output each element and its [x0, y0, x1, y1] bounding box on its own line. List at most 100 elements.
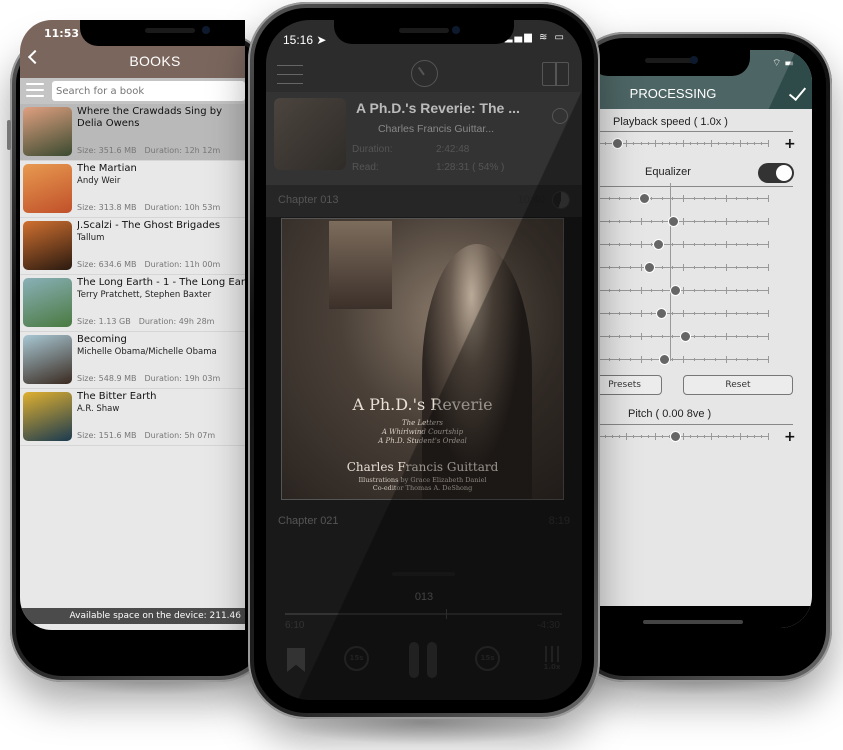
slider-tick [768, 195, 769, 202]
slider-knob[interactable] [669, 431, 681, 442]
playback-progress-bar[interactable] [285, 609, 562, 619]
skip-back-button[interactable]: 15s [344, 646, 369, 671]
slider-tick [757, 289, 759, 292]
playback-speed-slider[interactable] [598, 138, 769, 150]
book-list-item[interactable]: The Bitter Earth A.R. Shaw Size: 151.6 MB D… [20, 389, 245, 446]
slider-tick [725, 218, 727, 225]
status-icons: ▂▄▆ ≋ ▭ [505, 32, 566, 43]
book-list-item[interactable]: J.Scalzi - The Ghost Brigades Tallum Size:… [20, 218, 245, 275]
book-duration: Duration: 12h 12m [144, 146, 221, 155]
equalizer-button[interactable]: 1.0x [542, 646, 562, 674]
drawer-handle[interactable] [392, 572, 455, 576]
slider-tick [768, 140, 769, 147]
location-arrow-icon: ➤ [316, 33, 327, 47]
book-list-item[interactable]: The Long Earth - 1 - The Long Earth Terry… [20, 275, 245, 332]
airplay-icon[interactable] [552, 108, 568, 124]
slider-tick [693, 220, 695, 223]
equalizer-band-slider[interactable] [598, 308, 769, 320]
slider-knob[interactable] [667, 216, 679, 227]
slider-tick [746, 358, 748, 361]
slider-tick [704, 435, 706, 438]
slider-tick [654, 140, 656, 147]
slider-knob[interactable] [638, 193, 650, 204]
slider-tick [661, 335, 663, 338]
slider-tick [608, 220, 610, 223]
equalizer-band-slider[interactable] [598, 216, 769, 228]
slider-tick [640, 218, 642, 225]
equalizer-band-slider[interactable] [598, 331, 769, 343]
slider-tick [725, 356, 727, 363]
slider-knob[interactable] [659, 354, 671, 365]
slider-tick [736, 358, 738, 361]
slider-tick [732, 142, 734, 145]
slider-tick [683, 264, 684, 271]
slider-tick [683, 310, 684, 317]
sleep-timer-icon[interactable] [411, 60, 438, 87]
slider-tick [746, 266, 748, 269]
slider-knob[interactable] [611, 138, 623, 149]
slider-tick [640, 287, 642, 294]
equalizer-band-slider[interactable] [598, 262, 769, 274]
pause-button[interactable] [409, 642, 437, 678]
book-author: Terry Pratchett, Stephen Baxter [77, 290, 212, 300]
chapter-row[interactable]: Chapter 013 10:40 [266, 185, 582, 217]
equalizer-band-slider[interactable] [598, 239, 769, 251]
book-cover-thumbnail [23, 278, 72, 327]
hamburger-icon[interactable] [277, 65, 303, 84]
book-list-item[interactable]: Where the Crawdads Sing by Delia Owens Si… [20, 104, 245, 161]
slider-tick [672, 243, 674, 246]
open-book-icon[interactable] [542, 62, 569, 86]
increase-speed-button[interactable]: + [784, 136, 796, 152]
slider-tick [739, 433, 741, 440]
slider-tick [683, 218, 684, 225]
status-time: 11:53 [44, 27, 80, 40]
equalizer-band-slider[interactable] [598, 193, 769, 205]
equalizer-band-slider[interactable] [598, 285, 769, 297]
slider-tick [661, 289, 663, 292]
slider-tick [746, 335, 748, 338]
book-list-item[interactable]: The Martian Andy Weir Size: 313.8 MB Durati… [20, 161, 245, 218]
slider-tick [768, 241, 769, 248]
cover-author: Charles Francis Guittard [346, 460, 499, 474]
page-title: PROCESSING [629, 86, 717, 101]
slider-tick [714, 266, 716, 269]
slider-knob[interactable] [644, 262, 655, 273]
checkmark-icon[interactable] [788, 82, 807, 102]
slider-tick [768, 356, 769, 363]
equalizer-band-slider[interactable] [598, 354, 769, 366]
slider-tick [683, 356, 684, 363]
slider-knob[interactable] [669, 285, 681, 296]
progress-knob[interactable] [445, 609, 448, 619]
slider-knob[interactable] [655, 308, 667, 319]
equalizer-toggle[interactable] [758, 163, 794, 183]
slider-tick [605, 435, 607, 438]
increase-pitch-button[interactable]: + [784, 429, 796, 445]
book-list-item[interactable]: Becoming Michelle Obama/Michelle Obama Siz… [20, 332, 245, 389]
slider-knob[interactable] [679, 331, 691, 342]
wifi-battery-icons: ⌔ ▬ [771, 58, 794, 69]
search-bar [20, 78, 245, 104]
slider-knob[interactable] [652, 239, 664, 250]
reset-button[interactable]: Reset [683, 375, 793, 395]
slider-tick [693, 197, 695, 200]
chapter-row[interactable]: Chapter 021 8:19 [266, 506, 582, 538]
notch [80, 20, 245, 46]
slider-tick [704, 312, 706, 315]
bookmark-icon[interactable] [287, 648, 305, 672]
playback-speed-label: Playback speed ( 1.0x ) [613, 116, 728, 128]
slider-tick [704, 197, 706, 200]
hamburger-icon[interactable] [26, 83, 44, 99]
slider-tick [661, 220, 663, 223]
presets-button[interactable]: Presets [598, 375, 662, 395]
slider-tick [736, 220, 738, 223]
search-input[interactable] [52, 81, 245, 101]
pitch-slider[interactable] [598, 431, 769, 443]
slider-tick [693, 266, 695, 269]
slider-tick [605, 142, 607, 145]
slider-tick [672, 335, 674, 338]
slider-tick [704, 243, 706, 246]
slider-tick [683, 433, 684, 440]
slider-tick [736, 266, 738, 269]
skip-forward-button[interactable]: 15s [475, 646, 500, 671]
slider-tick [629, 312, 631, 315]
